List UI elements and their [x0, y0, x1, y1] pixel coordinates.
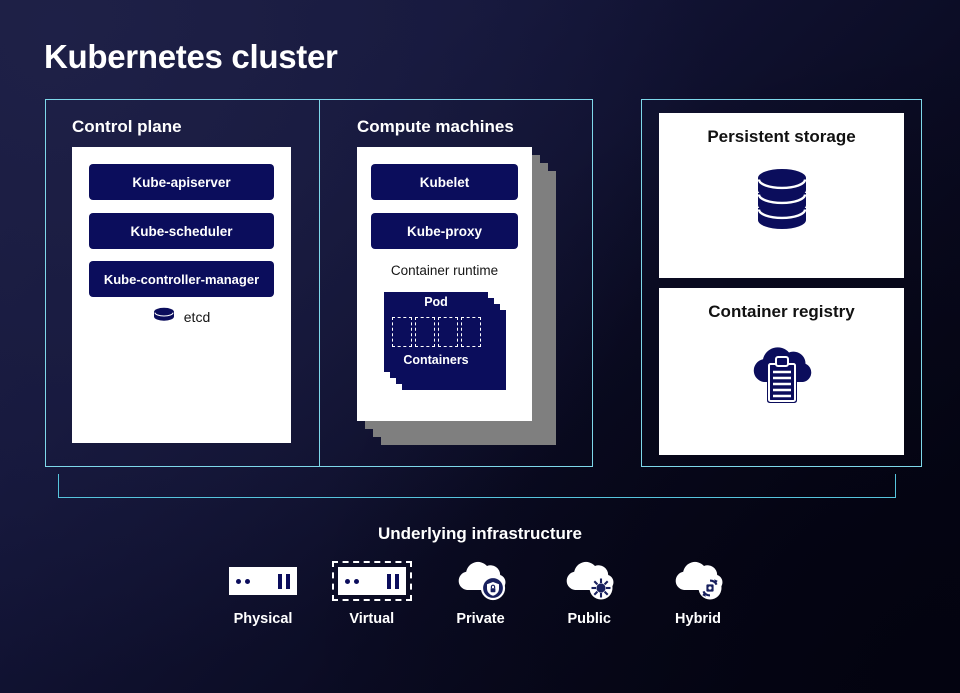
database-stack-icon: [751, 165, 813, 240]
infra-label-hybrid: Hybrid: [675, 611, 721, 627]
server-icon: [229, 567, 297, 595]
cloud-sun-icon: [561, 557, 617, 606]
cloud-clipboard-icon: [748, 340, 816, 411]
container-cell: [437, 316, 458, 347]
component-kube-scheduler[interactable]: Kube-scheduler: [89, 213, 274, 249]
etcd-label: etcd: [183, 309, 211, 325]
container-runtime-label: Container runtime: [390, 263, 499, 278]
container-cell: [414, 316, 435, 347]
persistent-storage-title: Persistent storage: [707, 127, 856, 146]
infra-item-virtual[interactable]: Virtual: [322, 558, 422, 627]
cloud-sync-icon: [670, 557, 726, 606]
component-kube-proxy[interactable]: Kube-proxy: [371, 213, 518, 249]
server-slot-bars: [278, 573, 290, 589]
infra-label-private: Private: [456, 611, 505, 627]
container-cell: [391, 316, 412, 347]
page-title: Kubernetes cluster: [44, 38, 338, 75]
control-plane-title: Control plane: [72, 117, 182, 136]
infra-item-physical[interactable]: Physical: [213, 558, 313, 627]
component-kube-controller-manager[interactable]: Kube-controller-manager: [89, 261, 274, 297]
pod-containers-row: [388, 316, 485, 347]
component-kubelet[interactable]: Kubelet: [371, 164, 518, 200]
server-dashed-icon-wrap: [331, 558, 412, 604]
infra-label-virtual: Virtual: [349, 611, 395, 627]
infra-label-physical: Physical: [233, 611, 293, 627]
component-kube-apiserver[interactable]: Kube-apiserver: [89, 164, 274, 200]
pod-stack: Pod Containers: [384, 292, 506, 390]
cloud-shield-lock-icon-wrap: [453, 558, 509, 604]
cloud-sync-icon-wrap: [670, 558, 726, 604]
infra-item-hybrid[interactable]: Hybrid: [648, 558, 748, 627]
server-led-dots: [236, 578, 250, 584]
infra-item-public[interactable]: Public: [539, 558, 639, 627]
containers-label: Containers: [403, 353, 469, 367]
compute-machines-title: Compute machines: [357, 117, 514, 136]
underlying-infrastructure-bracket: [58, 474, 896, 498]
container-registry-icon-wrap: [659, 338, 904, 412]
server-dashed-icon: [331, 561, 412, 601]
server-led-dots: [344, 578, 359, 584]
etcd-row: etcd: [89, 305, 274, 329]
persistent-storage-icon-wrap: [659, 162, 904, 242]
container-registry-title: Container registry: [708, 302, 855, 321]
cloud-shield-lock-icon: [453, 557, 509, 606]
pod-label: Pod: [424, 295, 448, 309]
underlying-infrastructure-title: Underlying infrastructure: [377, 524, 583, 543]
infra-label-public: Public: [567, 611, 611, 627]
database-disc-icon: [153, 307, 175, 328]
cloud-sun-icon-wrap: [561, 558, 617, 604]
container-cell: [460, 316, 481, 347]
pod-box[interactable]: Pod Containers: [384, 292, 488, 372]
cluster-column-divider: [319, 99, 320, 467]
infra-item-private[interactable]: Private: [431, 558, 531, 627]
kubernetes-architecture-diagram: Kubernetes cluster Control plane Compute…: [0, 0, 960, 693]
server-icon-inner: [337, 567, 406, 595]
server-slot-bars: [386, 573, 399, 589]
infrastructure-row: Physical Virtual Private Public Hybrid: [213, 558, 748, 627]
server-icon-wrap: [229, 558, 297, 604]
